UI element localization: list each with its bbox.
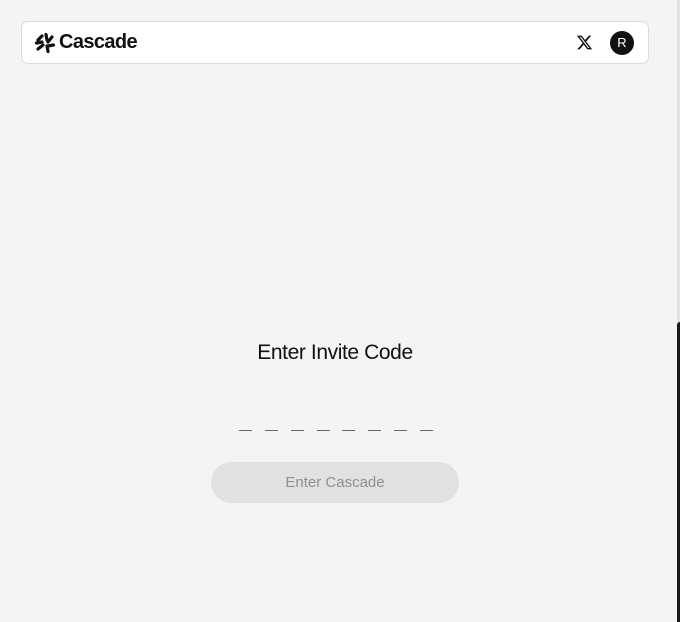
top-bar: Cascade R xyxy=(21,21,649,64)
code-digit-input[interactable] xyxy=(316,419,330,431)
enter-cascade-button[interactable]: Enter Cascade xyxy=(211,462,459,503)
cascade-logo-icon xyxy=(34,32,56,53)
code-digit-input[interactable] xyxy=(394,419,408,431)
code-digit-input[interactable] xyxy=(342,419,356,431)
brand-name: Cascade xyxy=(59,31,138,53)
page-title: Enter Invite Code xyxy=(257,341,413,364)
header-actions: R xyxy=(576,30,634,55)
code-digit-input[interactable] xyxy=(290,419,304,431)
code-digit-input[interactable] xyxy=(368,419,382,431)
code-digit-input[interactable] xyxy=(239,419,252,431)
avatar-initial: R xyxy=(617,35,627,50)
code-digit-input[interactable] xyxy=(419,419,433,431)
code-digit-input[interactable] xyxy=(264,419,278,431)
invite-code-input xyxy=(239,417,433,431)
avatar[interactable]: R xyxy=(610,30,634,55)
x-icon[interactable] xyxy=(576,34,593,51)
page: Cascade R Enter Invite Code Enter Cascad… xyxy=(0,0,680,622)
brand-link[interactable]: Cascade xyxy=(34,31,138,54)
